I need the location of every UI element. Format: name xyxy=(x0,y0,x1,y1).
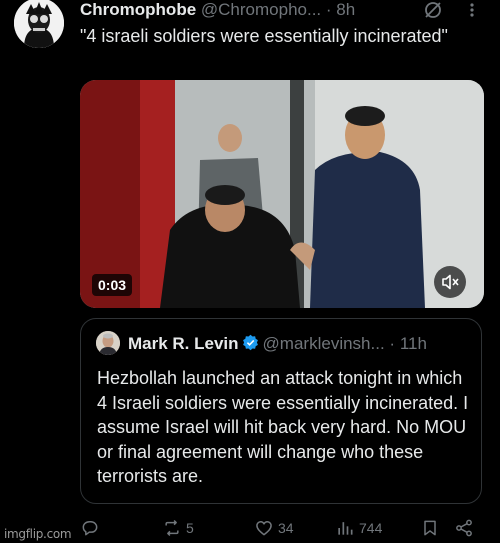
post-text: "4 israeli soldiers were essentially inc… xyxy=(80,26,448,46)
share-icon xyxy=(456,519,472,537)
repost-count: 5 xyxy=(186,520,194,536)
bookmark-button[interactable] xyxy=(420,516,440,540)
views-button[interactable]: 744 xyxy=(335,516,382,540)
quoted-author-handle[interactable]: @marklevinsh... xyxy=(263,334,385,353)
grok-icon[interactable] xyxy=(423,0,443,20)
quoted-post-text: Hezbollah launched an attack tonight in … xyxy=(97,368,469,486)
view-count: 744 xyxy=(359,520,383,536)
author-avatar[interactable] xyxy=(14,0,64,48)
quoted-post-header: Mark R. Levin @marklevinsh... · 11h xyxy=(128,334,478,354)
bookmark-icon xyxy=(424,520,436,536)
author-handle[interactable]: @Chromopho... xyxy=(201,0,321,19)
reply-icon xyxy=(82,521,98,536)
quoted-author-name[interactable]: Mark R. Levin xyxy=(128,334,239,353)
quoted-post-time[interactable]: 11h xyxy=(400,334,427,353)
video-player[interactable] xyxy=(80,80,484,308)
video-duration-badge: 0:03 xyxy=(92,274,133,296)
heart-icon xyxy=(256,521,272,536)
reply-button[interactable] xyxy=(80,516,104,540)
imgflip-watermark: imgflip.com xyxy=(4,527,72,541)
quoted-author-avatar[interactable] xyxy=(96,331,120,355)
post-time[interactable]: 8h xyxy=(336,0,355,19)
like-count: 34 xyxy=(278,520,294,536)
quoted-separator-dot: · xyxy=(389,334,396,353)
more-options-icon[interactable] xyxy=(462,2,482,18)
author-name[interactable]: Chromophobe xyxy=(80,0,196,19)
separator-dot: · xyxy=(325,0,332,19)
verified-badge-icon xyxy=(242,334,258,351)
like-button[interactable]: 34 xyxy=(254,516,294,540)
repost-icon xyxy=(165,519,179,537)
speaker-muted-icon xyxy=(442,274,459,290)
action-bar: 5 34 744 xyxy=(80,516,490,540)
repost-button[interactable]: 5 xyxy=(162,516,194,540)
views-bar-chart-icon xyxy=(338,522,353,535)
share-button[interactable] xyxy=(454,516,474,540)
volume-button[interactable] xyxy=(434,266,466,298)
